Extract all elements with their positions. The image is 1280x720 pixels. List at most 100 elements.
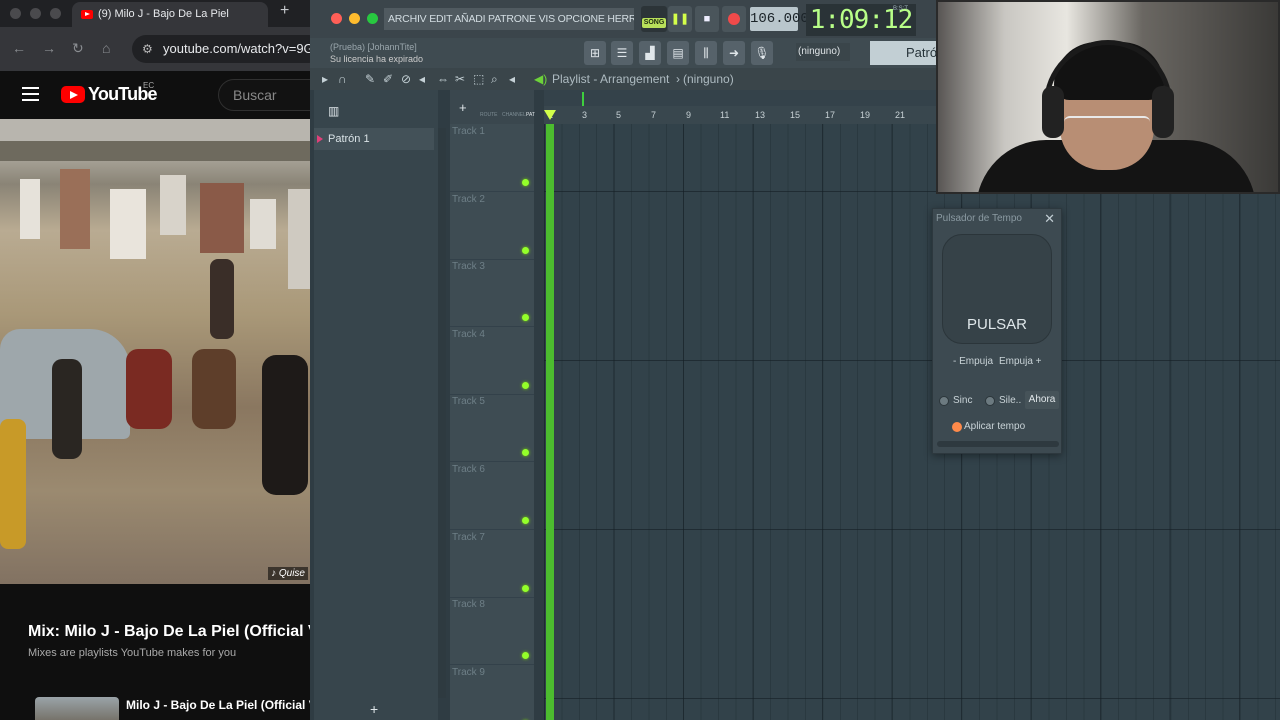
recommended-thumbnail[interactable] (35, 697, 119, 720)
silent-label: Sile.. (999, 395, 1022, 406)
person (262, 355, 308, 495)
browser-window: (9) Milo J - Bajo De La Piel 🔊 ✕ + ← → ↻… (0, 0, 310, 720)
fl-main-menu[interactable]: ARCHIV EDIT AÑADI PATRONE VIS OPCIONE HE… (384, 8, 634, 30)
loop-marker[interactable] (582, 92, 584, 106)
menu-icon[interactable] (22, 87, 39, 101)
add-track-button[interactable]: + (459, 100, 467, 115)
playlist-selection[interactable]: (ninguno) (683, 68, 734, 90)
track-mute-led[interactable] (522, 652, 529, 659)
magnet-icon[interactable]: ∩ (338, 68, 347, 90)
site-info-icon[interactable]: ⚙ (142, 35, 153, 63)
track-row[interactable]: Track 5 (450, 394, 534, 462)
pause-button[interactable]: ❚❚ (668, 6, 692, 32)
channel-rack-icon[interactable]: ☰ (611, 41, 633, 65)
window-close-dot[interactable] (10, 8, 21, 19)
paint-tool-icon[interactable]: ✐ (383, 68, 393, 90)
nudge-minus-button[interactable]: - Empuja (953, 352, 993, 372)
pattern-list-item[interactable]: Patrón 1 (314, 128, 434, 150)
track-row[interactable]: Track 7 (450, 530, 534, 598)
add-pattern-button[interactable]: + (370, 701, 378, 717)
zoom-tool-icon[interactable]: ⌕ (491, 68, 498, 90)
track-row[interactable]: Track 9 (450, 665, 534, 720)
track-row[interactable]: Track 3 (450, 259, 534, 327)
playback-tool-icon[interactable]: ◂ (509, 68, 515, 90)
piano-icon[interactable]: ▥ (328, 104, 339, 118)
track-mute-led[interactable] (522, 517, 529, 524)
back-icon[interactable]: ← (12, 40, 26, 56)
slice-tool-icon[interactable]: ✂ (455, 68, 465, 90)
window-zoom-dot[interactable] (50, 8, 61, 19)
reload-icon[interactable]: ↻ (72, 40, 84, 57)
tap-button[interactable]: PULSAR (942, 234, 1052, 344)
tempo-display[interactable]: 106.000 (750, 7, 809, 31)
sync-radio[interactable] (939, 396, 949, 406)
new-tab-button[interactable]: + (280, 2, 289, 20)
track-mute-led[interactable] (522, 382, 529, 389)
slip-tool-icon[interactable]: ⇔ (437, 68, 449, 90)
route-label: ROUTE (480, 112, 498, 118)
recommended-title[interactable]: Milo J - Bajo De La Piel (Official Vi (126, 698, 310, 712)
forward-icon[interactable]: → (42, 40, 56, 56)
track-row[interactable]: Track 4 (450, 327, 534, 395)
webcam-overlay (936, 0, 1280, 194)
silent-option[interactable]: Sile.. (985, 393, 1021, 409)
youtube-logo-icon[interactable] (61, 86, 85, 103)
country-code: EC (143, 81, 155, 90)
playhead-marker-icon[interactable] (544, 110, 556, 120)
select-tool-icon[interactable]: ⬚ (473, 68, 484, 90)
apply-tempo-radio[interactable] (952, 422, 962, 432)
stop-button[interactable]: ■ (695, 6, 719, 32)
playlist-menu-arrow-icon[interactable]: ▸ (322, 68, 328, 90)
apply-tempo-option[interactable]: Aplicar tempo (952, 420, 1026, 434)
close-icon[interactable]: ✕ (1044, 211, 1055, 227)
track-row[interactable]: Track 2 (450, 192, 534, 260)
draw-tool-icon[interactable]: ✎ (365, 68, 375, 90)
sync-option[interactable]: Sinc (939, 393, 972, 409)
address-bar[interactable]: ⚙ youtube.com/watch?v=9G (132, 35, 310, 63)
playlist-window-icon[interactable]: ⊞ (584, 41, 606, 65)
video-player[interactable]: ♪ Quise (0, 119, 310, 584)
person (192, 349, 236, 429)
browser-icon[interactable]: ▤ (667, 41, 689, 65)
track-mute-led[interactable] (522, 314, 529, 321)
delete-tool-icon[interactable]: ⊘ (401, 68, 411, 90)
youtube-favicon-icon (81, 10, 93, 19)
tap-progress-bar (937, 441, 1059, 447)
window-minimize-dot[interactable] (30, 8, 41, 19)
browser-tab[interactable]: (9) Milo J - Bajo De La Piel 🔊 ✕ (72, 2, 268, 27)
search-input[interactable]: Buscar (218, 79, 310, 111)
silent-radio[interactable] (985, 396, 995, 406)
track-row[interactable]: Track 1 (450, 124, 534, 192)
song-mode-button[interactable]: SONG (641, 6, 667, 32)
track-name: Track 2 (452, 194, 485, 205)
next-arrow-icon[interactable]: ➜ (723, 41, 745, 65)
mute-tool-icon[interactable]: ◂ (419, 68, 425, 90)
nudge-plus-button[interactable]: Empuja + (999, 352, 1042, 372)
track-row[interactable]: Track 6 (450, 462, 534, 530)
fl-close-dot[interactable] (331, 13, 342, 24)
song-label: SONG (642, 18, 666, 28)
track-row[interactable]: Track 8 (450, 597, 534, 665)
home-icon[interactable]: ⌂ (102, 40, 110, 56)
piano-roll-icon[interactable]: ▟ (639, 41, 661, 65)
fl-zoom-dot[interactable] (367, 13, 378, 24)
track-name: Track 3 (452, 261, 485, 272)
apply-tempo-label: Aplicar tempo (964, 421, 1026, 432)
playlist-speaker-icon[interactable]: ◀) (534, 68, 547, 90)
pattern-scrollbar[interactable] (438, 128, 446, 698)
ruler-tick: 11 (720, 110, 730, 120)
track-mute-led[interactable] (522, 585, 529, 592)
mix-title[interactable]: Mix: Milo J - Bajo De La Piel (Official … (28, 623, 310, 641)
screen: (9) Milo J - Bajo De La Piel 🔊 ✕ + ← → ↻… (0, 0, 1280, 720)
record-button[interactable] (722, 6, 746, 32)
track-name: Track 8 (452, 599, 485, 610)
playhead[interactable] (546, 124, 554, 720)
microphone-icon[interactable]: 🎙 (751, 41, 773, 65)
track-mute-led[interactable] (522, 449, 529, 456)
pattern-selector[interactable]: (ninguno) (796, 43, 850, 61)
now-button[interactable]: Ahora (1025, 391, 1059, 409)
track-mute-led[interactable] (522, 179, 529, 186)
fl-minimize-dot[interactable] (349, 13, 360, 24)
mixer-icon[interactable]: ⫼ (695, 41, 717, 65)
track-mute-led[interactable] (522, 247, 529, 254)
